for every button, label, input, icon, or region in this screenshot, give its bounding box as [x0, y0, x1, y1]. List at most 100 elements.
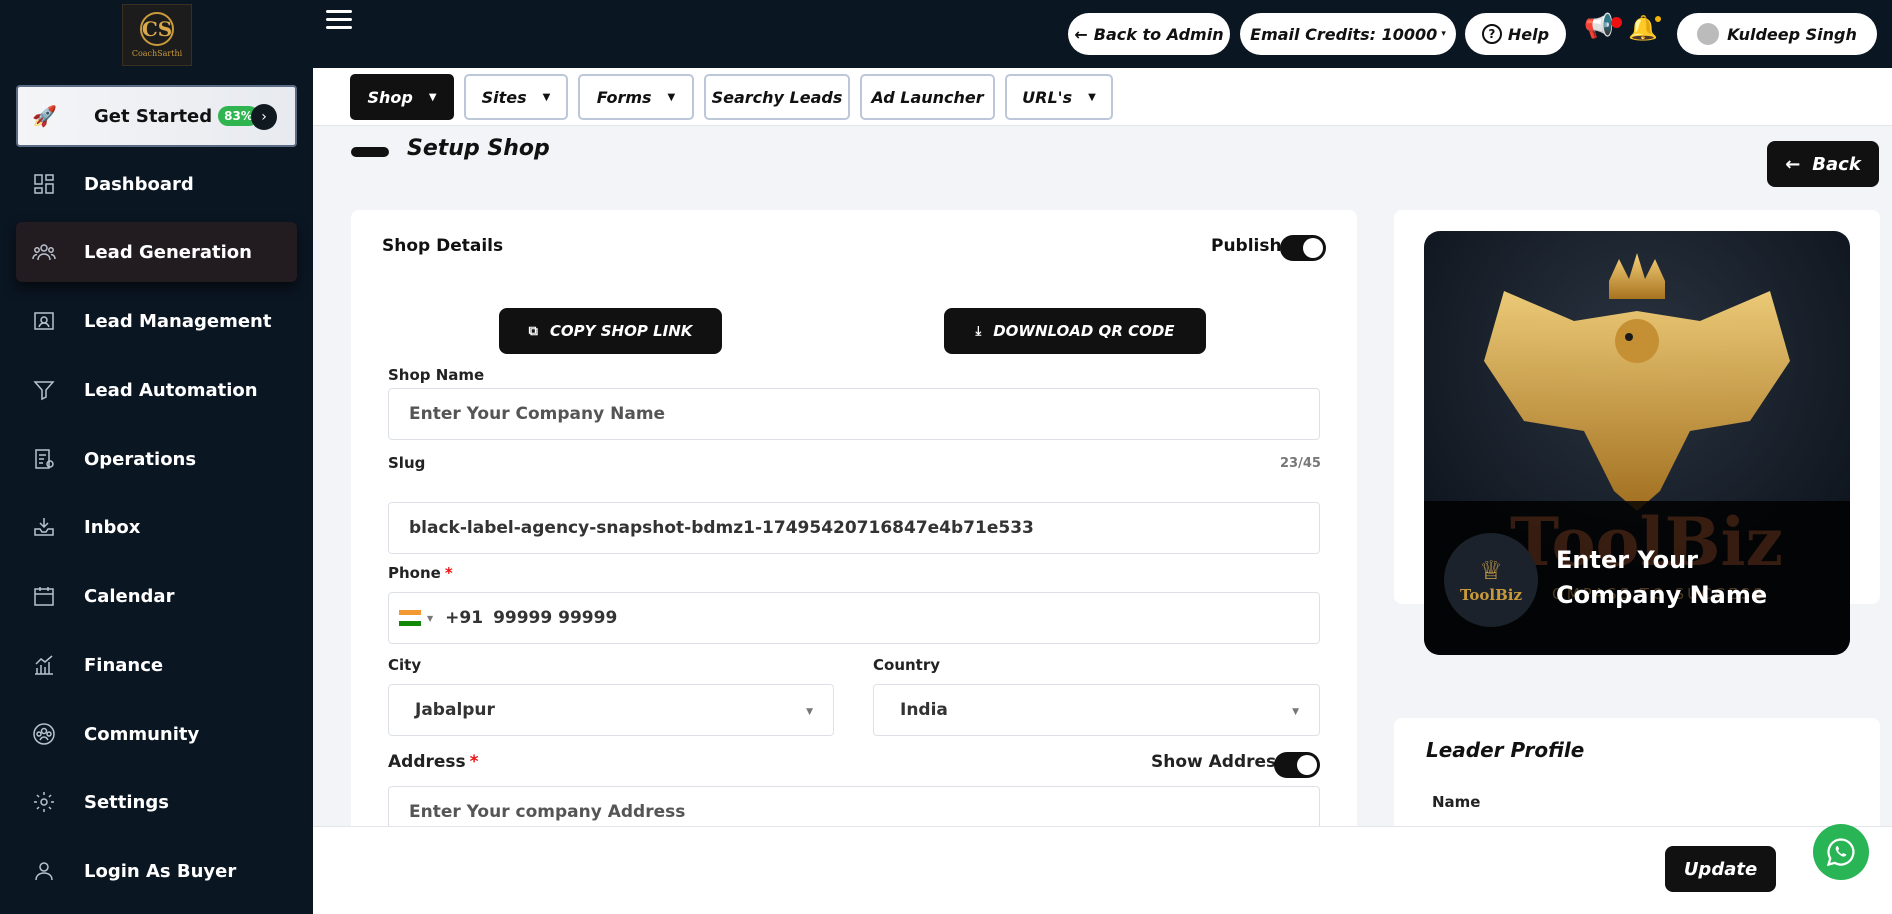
shop-details-card: Shop Details Publish ⧉ COPY SHOP LINK ⤓ … [351, 210, 1357, 826]
sidebar-item-label: Finance [84, 654, 164, 676]
notification-dot [1654, 16, 1661, 22]
copy-shop-link-button[interactable]: ⧉ COPY SHOP LINK [499, 308, 722, 354]
caret-down-icon: ▼ [542, 91, 551, 103]
country-value: India [900, 700, 948, 720]
sidebar-item-inbox[interactable]: Inbox [16, 497, 297, 557]
sidebar-item-operations[interactable]: Operations [16, 429, 297, 489]
caret-down-icon: ▼ [1088, 91, 1096, 103]
country-select[interactable]: India ▼ [873, 684, 1320, 736]
title-accent-bar [351, 147, 389, 157]
get-started-label: Get Started [94, 105, 213, 127]
eagle-crown-logo [1484, 253, 1790, 511]
phone-input[interactable]: ▼ +91 99999 99999 [388, 592, 1320, 644]
caret-down-icon: ▼ [428, 91, 437, 103]
back-button[interactable]: ← Back [1767, 141, 1879, 187]
update-button[interactable]: Update [1665, 846, 1776, 892]
arrow-left-icon: ← [1785, 153, 1801, 175]
caret-down-icon: ▼ [806, 707, 813, 717]
dashboard-icon [30, 170, 58, 198]
whatsapp-icon [1826, 838, 1855, 867]
tab-ad-launcher[interactable]: Ad Launcher [860, 74, 995, 120]
tab-label: URL's [1022, 87, 1073, 107]
sidebar-item-label: Lead Generation [84, 241, 252, 263]
hamburger-menu-icon[interactable] [326, 10, 352, 32]
publish-toggle[interactable] [1280, 235, 1326, 261]
sidebar-item-lead-generation[interactable]: Lead Generation [16, 222, 297, 282]
bell-icon[interactable]: 🔔 [1628, 14, 1661, 42]
brand-logo-mark: CS [140, 12, 174, 46]
sidebar-item-label: Operations [84, 448, 197, 470]
brand-logo[interactable]: CS CoachSarthi [122, 4, 192, 66]
sidebar-item-lead-management[interactable]: Lead Management [16, 291, 297, 351]
action-footer [313, 826, 1892, 914]
contact-card-icon [30, 307, 58, 335]
sidebar-item-community[interactable]: Community [16, 704, 297, 764]
whatsapp-chat-button[interactable] [1813, 824, 1869, 880]
shop-name-input[interactable]: Enter Your Company Name [388, 388, 1320, 440]
phone-label-text: Phone [388, 564, 441, 582]
show-address-label: Show Address [1151, 752, 1287, 772]
city-select[interactable]: Jabalpur ▼ [388, 684, 834, 736]
tab-label: Forms [596, 87, 652, 107]
sidebar-item-calendar[interactable]: Calendar [16, 566, 297, 626]
inbox-icon [30, 513, 58, 541]
email-credits-label: Email Credits: 10000 [1250, 24, 1438, 44]
caret-down-icon: ▼ [1292, 707, 1299, 717]
india-flag-icon [399, 610, 421, 626]
mini-logo-text: ToolBiz [1459, 586, 1523, 604]
slug-label: Slug [388, 454, 426, 472]
city-label: City [388, 656, 422, 674]
leader-profile-title: Leader Profile [1426, 738, 1585, 762]
sidebar: CS CoachSarthi 🚀 Get Started 83% › Dashb… [0, 0, 313, 914]
tab-label: Ad Launcher [871, 87, 984, 107]
user-menu[interactable]: Kuldeep Singh [1677, 13, 1877, 55]
main-content: Setup Shop ← Back Shop Details Publish ⧉… [313, 126, 1892, 826]
gear-icon [30, 788, 58, 816]
address-label-text: Address [388, 752, 466, 772]
back-label: Back [1812, 153, 1861, 175]
tab-searchy-leads[interactable]: Searchy Leads [704, 74, 850, 120]
sidebar-item-label: Lead Management [84, 310, 272, 332]
clipboard-gear-icon [30, 445, 58, 473]
finance-chart-icon [30, 651, 58, 679]
slug-input[interactable]: black-label-agency-snapshot-bdmz1-174954… [388, 502, 1320, 554]
calendar-icon [30, 582, 58, 610]
sidebar-item-label: Login As Buyer [84, 860, 237, 882]
download-qr-code-button[interactable]: ⤓ DOWNLOAD QR CODE [944, 308, 1206, 354]
show-address-toggle[interactable] [1274, 752, 1320, 778]
back-to-admin-label: Back to Admin [1093, 24, 1224, 44]
download-qr-code-label: DOWNLOAD QR CODE [993, 322, 1175, 340]
sidebar-item-lead-automation[interactable]: Lead Automation [16, 360, 297, 420]
copy-icon: ⧉ [528, 323, 538, 339]
caret-down-icon: ▼ [667, 91, 676, 103]
sidebar-item-finance[interactable]: Finance [16, 635, 297, 695]
tab-label: Shop [367, 87, 413, 107]
sidebar-item-label: Settings [84, 791, 169, 813]
sidebar-item-settings[interactable]: Settings [16, 772, 297, 832]
help-button[interactable]: ? Help [1465, 13, 1566, 55]
chevron-right-icon[interactable]: › [251, 104, 277, 130]
tab-urls[interactable]: URL's ▼ [1005, 74, 1113, 120]
sidebar-item-label: Calendar [84, 585, 175, 607]
rocket-icon: 🚀 [32, 104, 57, 128]
sidebar-item-login-as-buyer[interactable]: Login As Buyer [16, 841, 297, 901]
get-started-button[interactable]: 🚀 Get Started 83% › [16, 85, 297, 147]
user-name: Kuldeep Singh [1727, 24, 1857, 44]
megaphone-icon[interactable]: 📢 [1584, 12, 1622, 40]
tab-forms[interactable]: Forms ▼ [578, 74, 694, 120]
slug-counter: 23/45 [1280, 456, 1321, 471]
help-label: Help [1507, 24, 1550, 44]
copy-shop-link-label: COPY SHOP LINK [549, 322, 693, 340]
sidebar-item-dashboard[interactable]: Dashboard [16, 154, 297, 214]
email-credits-dropdown[interactable]: Email Credits: 10000 ▾ [1240, 13, 1456, 55]
tab-shop[interactable]: Shop ▼ [350, 74, 454, 120]
sidebar-item-label: Inbox [84, 516, 141, 538]
tab-sites[interactable]: Sites ▼ [464, 74, 568, 120]
phone-country-code: +91 [445, 608, 484, 628]
caret-down-icon: ▾ [1441, 29, 1446, 39]
address-input[interactable]: Enter Your company Address [388, 786, 1320, 826]
back-to-admin-button[interactable]: ← Back to Admin [1068, 13, 1230, 55]
question-circle-icon: ? [1481, 24, 1502, 44]
community-icon [30, 720, 58, 748]
leader-profile-card: Leader Profile Name [1394, 718, 1880, 826]
